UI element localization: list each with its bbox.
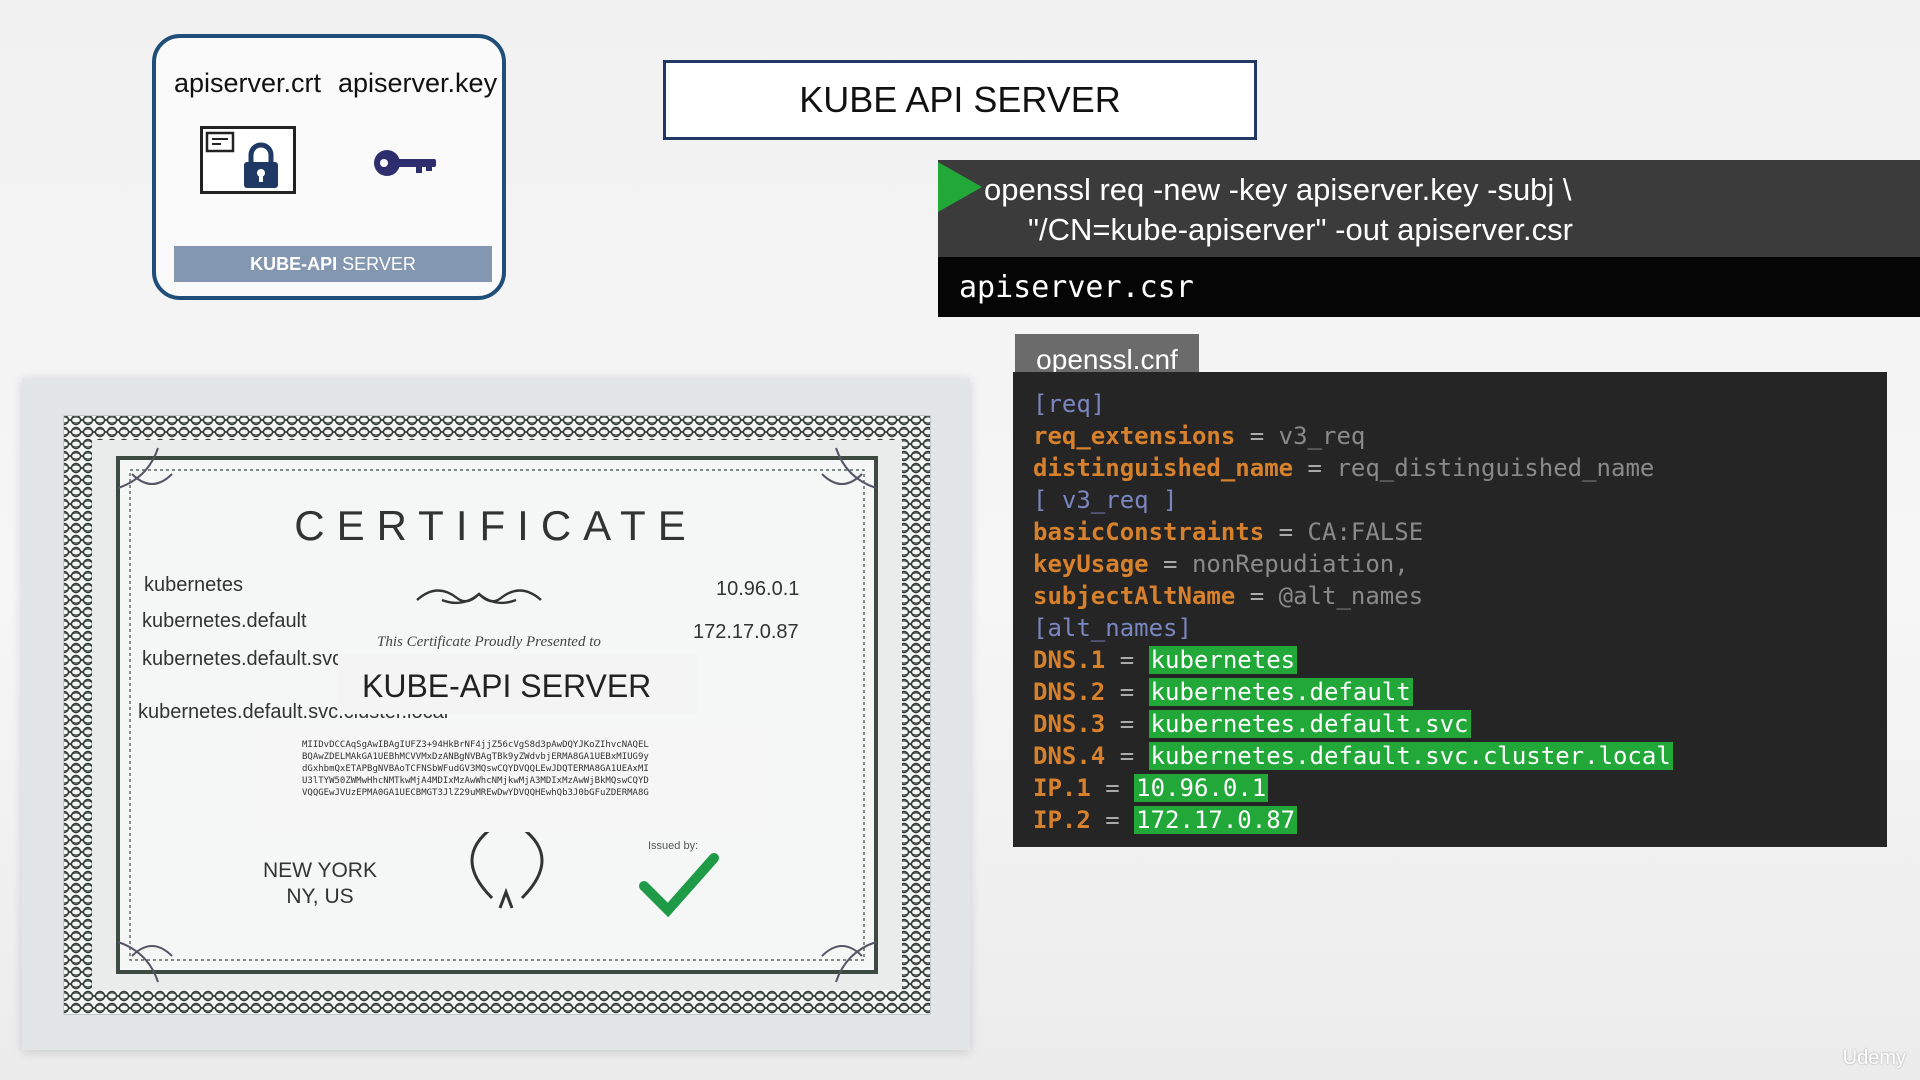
config-section: [req] [1033,390,1106,418]
config-line: [alt_names] [1033,612,1887,644]
config-key: DNS.3 [1033,710,1106,738]
config-key: DNS.1 [1033,646,1106,674]
command-line-1: openssl req -new -key apiserver.key -sub… [984,172,1572,207]
config-line: subjectAltName = @alt_names [1033,580,1887,612]
config-section: [alt_names] [1033,614,1192,642]
config-section: [ v3_req ] [1033,486,1178,514]
config-equals: = [1090,774,1135,802]
config-key: req_extensions [1033,422,1236,450]
config-highlighted-value: kubernetes.default.svc.cluster.local [1148,742,1673,770]
config-highlighted-value: 172.17.0.87 [1134,806,1298,834]
config-line: [ v3_req ] [1033,484,1887,516]
certificate-hash-line: U3lTYW50ZWMwHhcNMTkwMjA4MDIxMzAwWhcNMjkw… [302,776,649,786]
config-equals: = [1105,646,1149,674]
config-equals: = [1264,518,1308,546]
server-label-bold: KUBE-API [250,254,338,274]
config-line: keyUsage = nonRepudiation, [1033,548,1887,580]
certificate-lock-icon [200,126,296,194]
config-highlighted-value: kubernetes [1148,646,1298,674]
certificate-title: CERTIFICATE [294,502,698,549]
certificate-ip-1: 10.96.0.1 [716,578,800,600]
config-key: IP.1 [1033,774,1091,802]
config-equals: = [1090,806,1135,834]
config-key: distinguished_name [1033,454,1294,482]
server-label-bar: KUBE-API SERVER [174,246,492,282]
config-key: DNS.2 [1033,678,1106,706]
config-line: distinguished_name = req_distinguished_n… [1033,452,1887,484]
kube-api-server-card: apiserver.crt apiserver.key KUBE-API SER… [152,34,506,300]
config-file-tab: openssl.cnf [1015,334,1199,374]
key-icon [372,146,440,180]
config-line: basicConstraints = CA:FALSE [1033,516,1887,548]
certificate-location: NEW YORK NY, US [220,858,420,910]
certificate-issued-by: Issued by: [648,840,699,852]
server-label-rest: SERVER [337,254,416,274]
certificate-presented-to: This Certificate Proudly Presented to [377,634,601,650]
config-line: [req] [1033,388,1887,420]
config-value: CA:FALSE [1307,518,1424,546]
certificate-dns-3: kubernetes.default.svc [142,648,343,670]
config-highlighted-value: 10.96.0.1 [1134,774,1269,802]
play-icon [938,162,982,212]
certificate-hash-line: VQQGEwJVUzEPMA0GA1UECBMGT3JlZ29uMREwDwYD… [302,788,649,798]
certificate-hash-line: BQAwZDELMAkGA1UEBhMCVVMxDzANBgNVBAgTBk9y… [302,752,649,762]
command-panel: openssl req -new -key apiserver.key -sub… [938,160,1920,257]
certificate-location-state: NY, US [286,885,354,908]
config-equals: = [1105,678,1149,706]
certificate-ip-2: 172.17.0.87 [693,621,799,643]
config-key: IP.2 [1033,806,1091,834]
config-key: keyUsage [1033,550,1149,578]
config-value: nonRepudiation, [1191,550,1409,578]
config-key: basicConstraints [1033,518,1265,546]
udemy-logo: Udemy [1842,1047,1906,1069]
config-key: subjectAltName [1033,582,1236,610]
config-key: DNS.4 [1033,742,1106,770]
certificate-hash-line: dGxhbmQxETAPBgNVBAoTCFNSbWFudGV3MQswCQYD… [302,764,649,774]
config-line: IP.2 = 172.17.0.87 [1033,804,1887,836]
config-line: DNS.2 = kubernetes.default [1033,676,1887,708]
config-equals: = [1235,582,1279,610]
config-equals: = [1235,422,1279,450]
config-line: DNS.4 = kubernetes.default.svc.cluster.l… [1033,740,1887,772]
config-value: v3_req [1278,422,1366,450]
certificate-location-city: NEW YORK [263,859,377,882]
config-highlighted-value: kubernetes.default.svc [1148,710,1471,738]
config-line: DNS.3 = kubernetes.default.svc [1033,708,1887,740]
config-equals: = [1105,710,1149,738]
certificate-dns-2: kubernetes.default [142,610,307,632]
config-value: req_distinguished_name [1336,454,1655,482]
certificate-recipient-name: KUBE-API SERVER [362,668,652,704]
certificate-dns-1: kubernetes [144,574,243,596]
config-equals: = [1105,742,1149,770]
certificate-hash-line: MIIDvDCCAqSgAwIBAgIUFZ3+94HkBrNF4jjZ56cV… [302,740,649,750]
config-value: @alt_names [1278,582,1424,610]
command-line-2: "/CN=kube-apiserver" -out apiserver.csr [1028,212,1573,247]
apiserver-key-label: apiserver.key [338,68,498,98]
config-equals: = [1148,550,1192,578]
certificate: CERTIFICATE kubernetes kubernetes.defaul… [22,378,970,1050]
slide-title: KUBE API SERVER [663,60,1257,140]
config-highlighted-value: kubernetes.default [1148,678,1413,706]
config-line: IP.1 = 10.96.0.1 [1033,772,1887,804]
config-line: req_extensions = v3_req [1033,420,1887,452]
config-line: DNS.1 = kubernetes [1033,644,1887,676]
apiserver-crt-label: apiserver.crt [174,68,322,98]
command-output: apiserver.csr [959,270,1194,305]
config-equals: = [1293,454,1337,482]
command-output-panel: apiserver.csr [938,257,1920,317]
config-file-panel: [req] req_extensions = v3_req distinguishe… [1013,372,1887,847]
